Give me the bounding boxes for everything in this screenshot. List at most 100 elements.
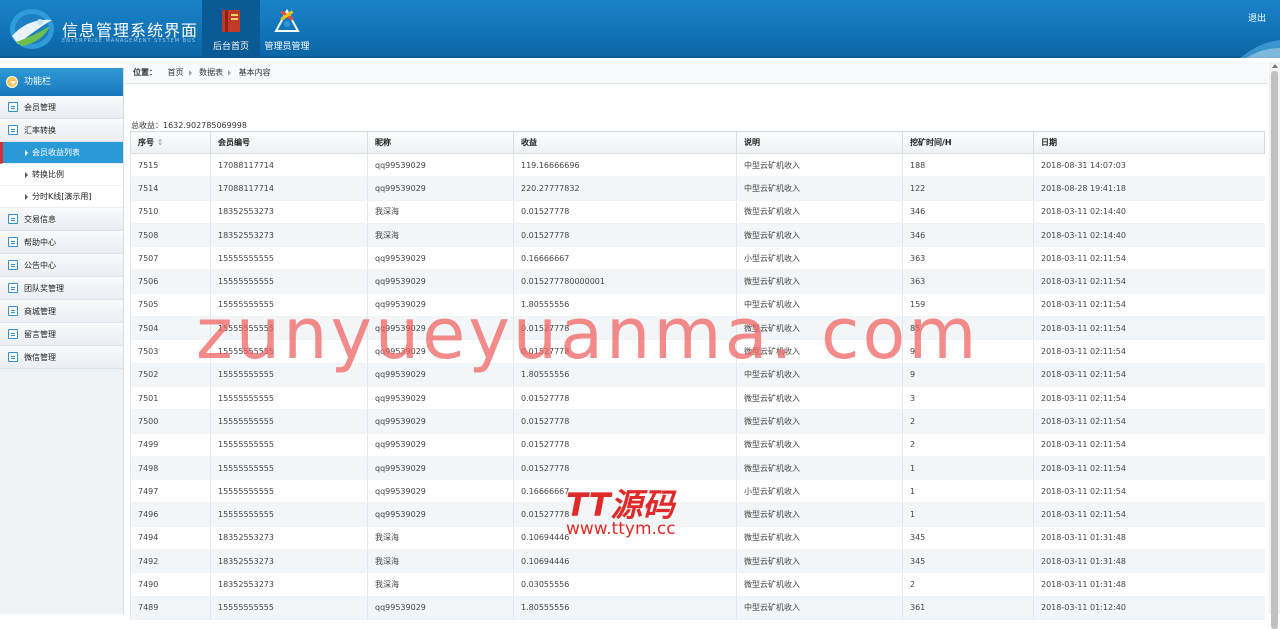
- sidebar-sub-kline[interactable]: 分时K线[演示用]: [0, 186, 123, 208]
- table-cell: 220.27777832: [513, 176, 737, 201]
- table-cell: 15555555555: [210, 269, 368, 294]
- sidebar-item-team[interactable]: 团队奖管理: [0, 277, 123, 300]
- table-cell: qq99539029: [367, 363, 514, 387]
- breadcrumb-table[interactable]: 数据表: [199, 68, 223, 77]
- sidebar-item-wechat[interactable]: 微信管理: [0, 346, 123, 369]
- table-cell: 85: [902, 316, 1034, 341]
- table-row: 7498 15555555555 qq99539029 0.01527778 微型云矿机…: [130, 456, 1265, 481]
- scroll-up-icon[interactable]: [1272, 64, 1278, 68]
- table-cell: 17088117714: [210, 153, 368, 178]
- table-cell: 微型云矿机收入: [736, 316, 903, 341]
- table-body: 7515 17088117714 qq99539029 119.16666696 中型云…: [130, 153, 1265, 620]
- list-icon: [8, 125, 18, 135]
- table-cell: 15555555555: [210, 596, 368, 620]
- sidebar-item-shop[interactable]: 商城管理: [0, 300, 123, 323]
- table-cell: 7507: [130, 246, 211, 271]
- table-cell: 微型云矿机收入: [736, 502, 903, 527]
- table-cell: 2018-03-11 02:11:54: [1033, 363, 1265, 387]
- table-cell: 2018-03-11 02:11:54: [1033, 409, 1265, 434]
- table-cell: 7500: [130, 409, 211, 434]
- table-cell: 2: [902, 433, 1034, 457]
- collapse-icon: [6, 76, 18, 88]
- sidebar-sub-ratio[interactable]: 转换比例: [0, 164, 123, 186]
- table-row: 7508 18352553273 我深海 0.01527778 微型云矿机收入 346 20…: [130, 223, 1265, 248]
- table-cell: 15555555555: [210, 433, 368, 457]
- table-cell: 微型云矿机收入: [736, 409, 903, 434]
- table-row: 7489 15555555555 qq99539029 1.80555556 中型云矿机…: [130, 596, 1265, 620]
- nav-admin-tab[interactable]: 管理员管理: [258, 0, 316, 58]
- column-header-member-no: 会员编号: [210, 131, 368, 154]
- table-cell: 1.80555556: [513, 596, 737, 620]
- table-cell: 0.01527778: [513, 433, 737, 457]
- column-header-date: 日期: [1033, 131, 1265, 154]
- sidebar-title[interactable]: 功能栏: [0, 68, 123, 96]
- table-cell: 2018-03-11 02:11:54: [1033, 479, 1265, 504]
- table-cell: qq99539029: [367, 293, 514, 318]
- sidebar-item-label: 微信管理: [24, 353, 56, 362]
- table-row: 7515 17088117714 qq99539029 119.16666696 中型云…: [130, 153, 1265, 178]
- table-cell: 0.16666667: [513, 479, 737, 504]
- income-table: 序号 ⇕ 会员编号 昵称 收益 说明 挖矿时间/H 日期 7515 1708811…: [130, 131, 1265, 620]
- breadcrumb: 位置： 首页 数据表 基本内容: [125, 62, 1268, 84]
- table-cell: 0.015277780000001: [513, 269, 737, 294]
- table-cell: 小型云矿机收入: [736, 479, 903, 504]
- breadcrumb-prefix: 位置：: [133, 68, 157, 77]
- sidebar-item-help[interactable]: 帮助中心: [0, 231, 123, 254]
- table-cell: 0.10694446: [513, 526, 737, 551]
- table-cell: qq99539029: [367, 339, 514, 364]
- table-cell: 2018-03-11 02:11:54: [1033, 502, 1265, 527]
- table-cell: 7489: [130, 596, 211, 620]
- sidebar-sub-label: 转换比例: [32, 170, 64, 179]
- table-cell: 2018-03-11 02:14:40: [1033, 200, 1265, 224]
- table-row: 7494 18352553273 我深海 0.10694446 微型云矿机收入 345 20…: [130, 526, 1265, 551]
- column-header-description: 说明: [736, 131, 903, 154]
- table-cell: 中型云矿机收入: [736, 153, 903, 178]
- table-cell: 122: [902, 176, 1034, 201]
- table-cell: 中型云矿机收入: [736, 363, 903, 387]
- table-row: 7497 15555555555 qq99539029 0.16666667 小型云矿机…: [130, 479, 1265, 504]
- sidebar-item-trade[interactable]: 交易信息: [0, 208, 123, 231]
- sidebar-item-message[interactable]: 留言管理: [0, 323, 123, 346]
- column-header-income: 收益: [513, 131, 737, 154]
- book-icon: [222, 10, 240, 32]
- list-icon: [8, 283, 18, 293]
- sidebar-item-notice[interactable]: 公告中心: [0, 254, 123, 277]
- sidebar-sub-income-list[interactable]: 会员收益列表: [0, 142, 123, 164]
- table-cell: 363: [902, 269, 1034, 294]
- sidebar-item-label: 交易信息: [24, 215, 56, 224]
- header-decoration-icon: [1240, 40, 1280, 58]
- column-header-id[interactable]: 序号 ⇕: [130, 131, 211, 154]
- app-subtitle: ENTERPRISE MANAGEMENT SYSTEM BUS: [62, 38, 196, 44]
- table-cell: 363: [902, 246, 1034, 271]
- table-cell: 0.01527778: [513, 502, 737, 527]
- nav-home-tab[interactable]: 后台首页: [202, 0, 260, 58]
- breadcrumb-home[interactable]: 首页: [168, 68, 184, 77]
- column-header-mining-hours: 挖矿时间/H: [902, 131, 1034, 154]
- table-cell: 7499: [130, 433, 211, 457]
- nav-admin-label: 管理员管理: [264, 42, 310, 52]
- table-cell: 微型云矿机收入: [736, 223, 903, 248]
- sort-icon[interactable]: ⇕: [157, 138, 164, 147]
- table-cell: 1: [902, 456, 1034, 481]
- scroll-thumb[interactable]: [1271, 71, 1278, 629]
- table-cell: 361: [902, 596, 1034, 620]
- admin-tools-icon: [274, 8, 300, 32]
- sidebar-item-label: 公告中心: [24, 261, 56, 270]
- table-cell: 345: [902, 549, 1034, 574]
- table-cell: 15555555555: [210, 246, 368, 271]
- logout-link[interactable]: 退出: [1248, 11, 1266, 24]
- sidebar: 功能栏 会员管理 汇率转换 会员收益列表 转换比例 分时K线[演示用] 交易信息…: [0, 68, 124, 614]
- table-cell: 2018-03-11 02:11:54: [1033, 433, 1265, 457]
- table-row: 7499 15555555555 qq99539029 0.01527778 微型云矿机…: [130, 433, 1265, 457]
- table-cell: 1: [902, 502, 1034, 527]
- table-cell: 2018-03-11 02:11:54: [1033, 269, 1265, 294]
- table-cell: qq99539029: [367, 456, 514, 481]
- sidebar-item-label: 留言管理: [24, 330, 56, 339]
- sidebar-item-member[interactable]: 会员管理: [0, 96, 123, 119]
- sidebar-item-exchange[interactable]: 汇率转换: [0, 119, 123, 142]
- table-cell: 7501: [130, 386, 211, 411]
- table-cell: 0.10694446: [513, 549, 737, 574]
- table-cell: 微型云矿机收入: [736, 339, 903, 364]
- page-scrollbar[interactable]: [1269, 62, 1280, 629]
- table-cell: 2018-03-11 01:31:48: [1033, 549, 1265, 574]
